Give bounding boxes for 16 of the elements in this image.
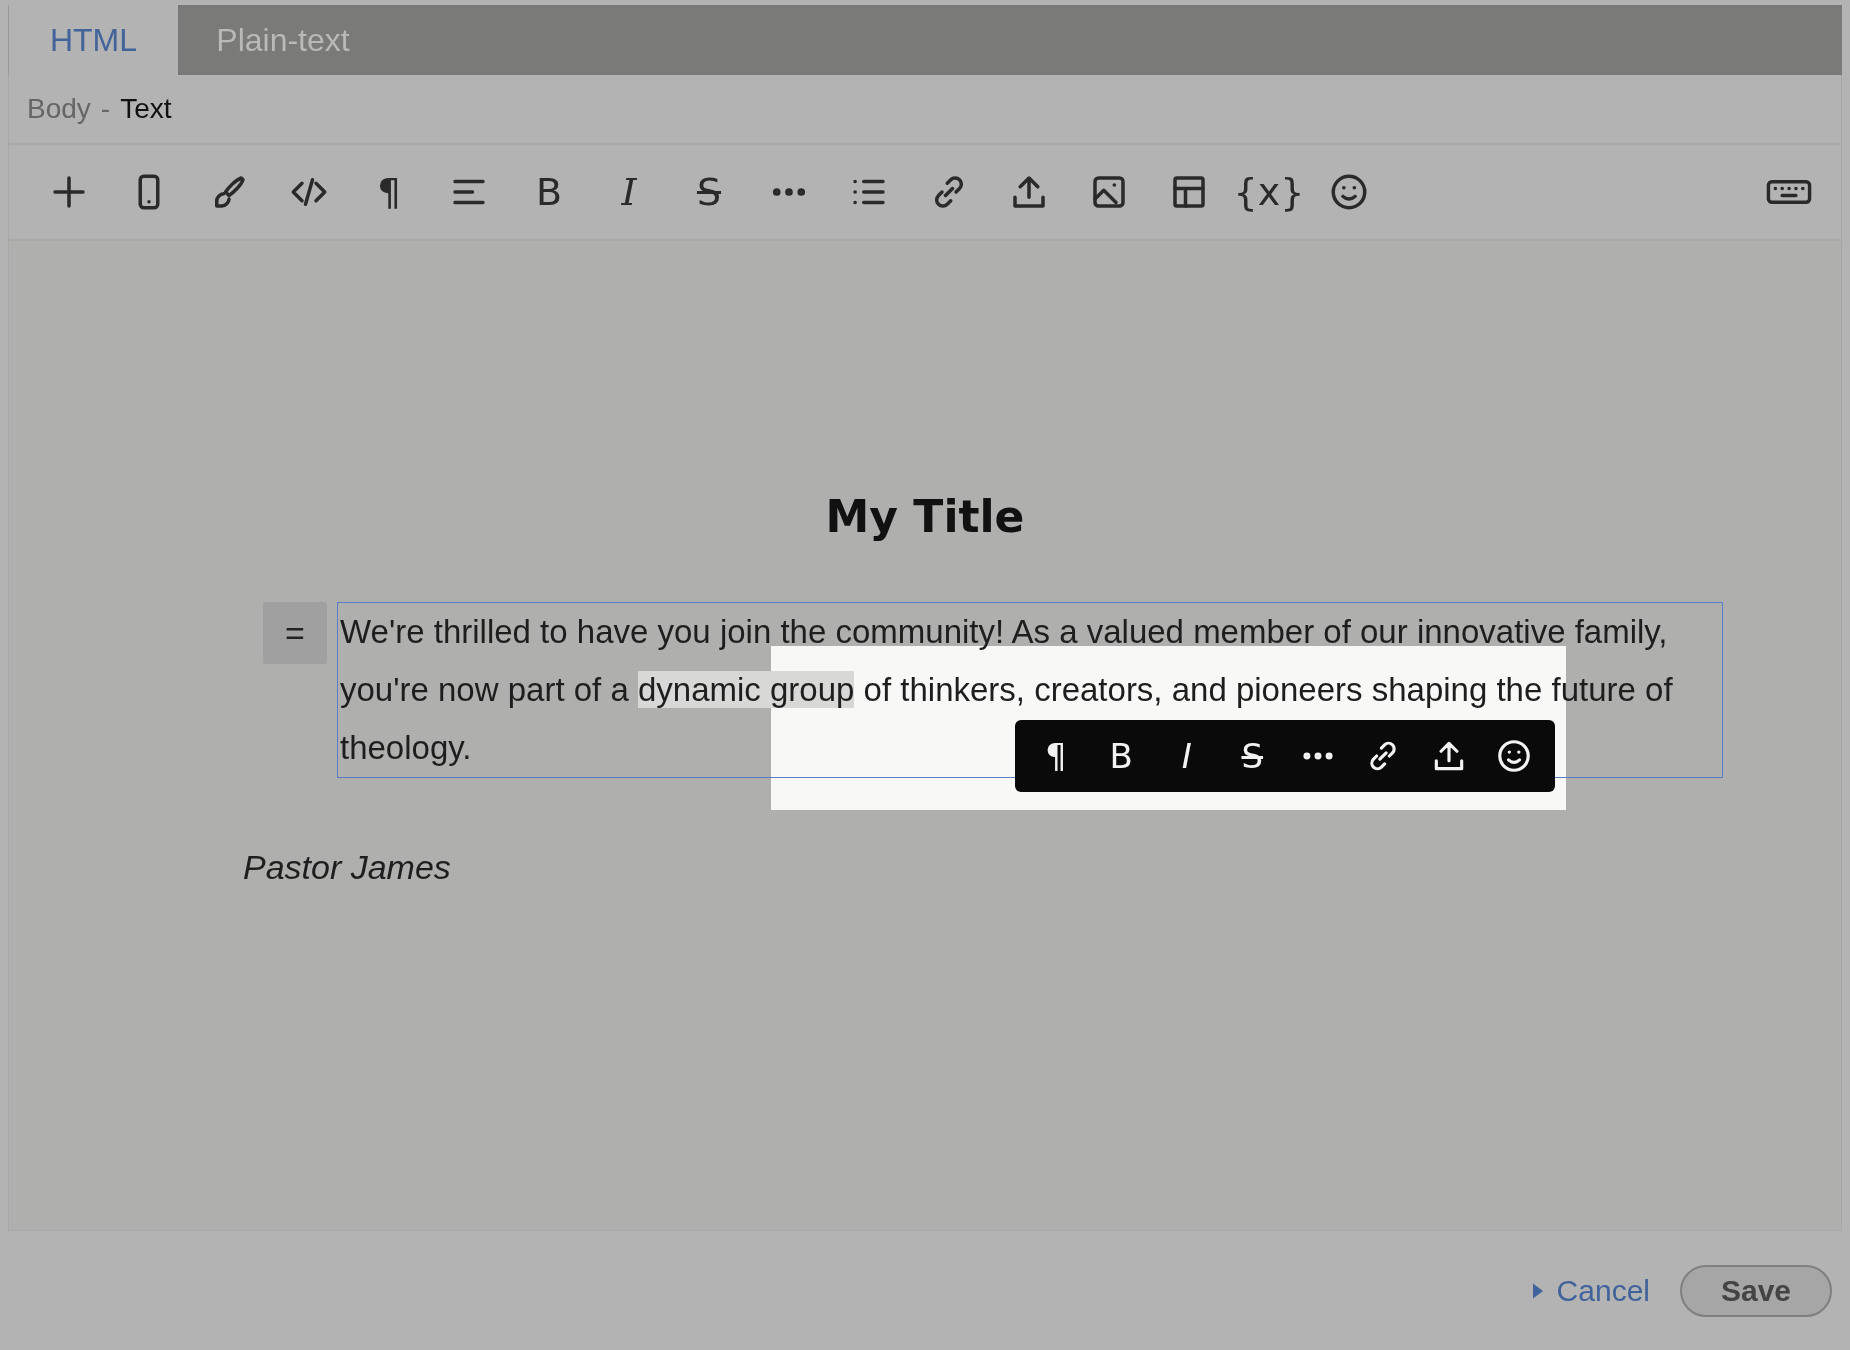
strike-button[interactable]: S bbox=[669, 162, 749, 222]
save-button[interactable]: Save bbox=[1680, 1264, 1832, 1317]
signature: Pastor James bbox=[243, 848, 451, 887]
format-button[interactable]: {x} bbox=[1229, 162, 1309, 222]
format-button[interactable]: ¶ bbox=[1027, 728, 1084, 784]
strike-button[interactable]: S bbox=[1224, 728, 1281, 784]
format-button[interactable]: ¶ bbox=[349, 162, 429, 222]
document-title: My Title bbox=[825, 491, 1025, 542]
drag-handle[interactable]: = bbox=[263, 602, 327, 664]
italic-button[interactable]: I bbox=[589, 162, 669, 222]
breadcrumb-separator: - bbox=[100, 93, 111, 125]
bold-button[interactable]: B bbox=[509, 162, 589, 222]
caret-icon bbox=[1532, 1282, 1543, 1299]
italic-button[interactable]: I bbox=[1158, 728, 1215, 784]
breadcrumb-current: Text bbox=[120, 93, 172, 125]
bold-button[interactable]: B bbox=[1093, 728, 1150, 784]
